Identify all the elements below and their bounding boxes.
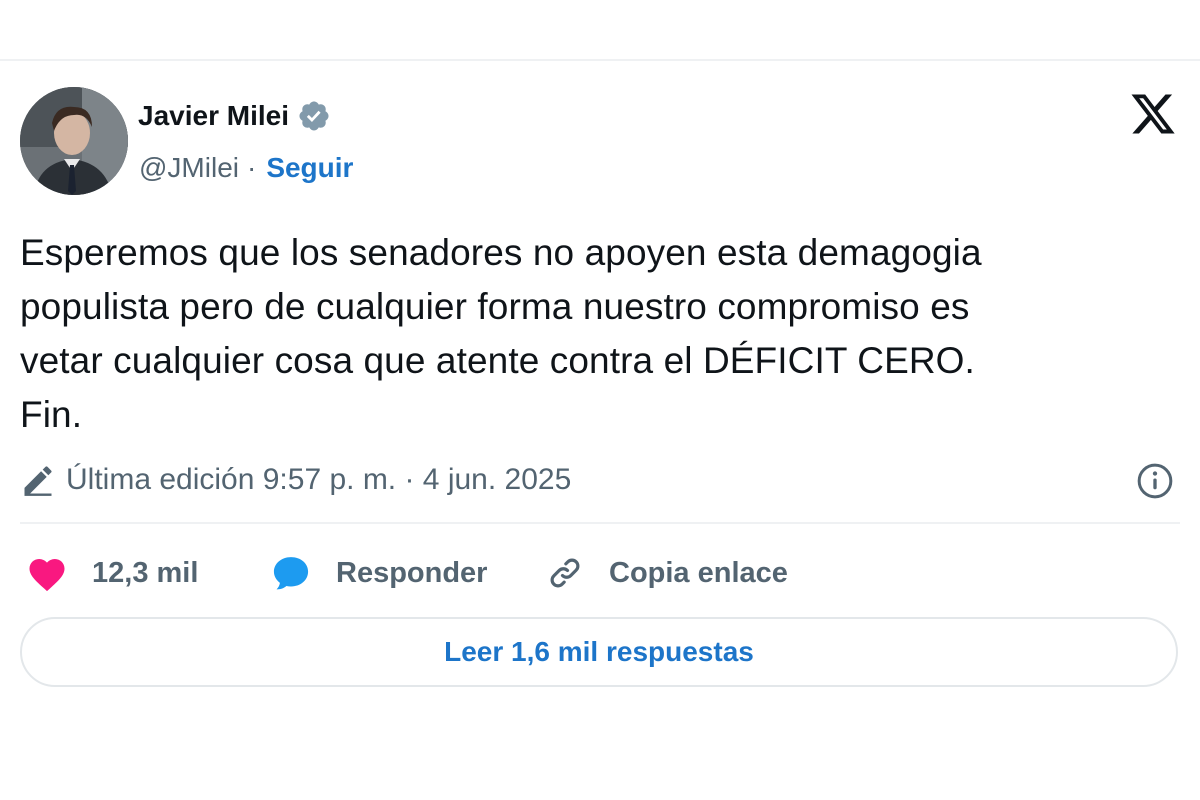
tweet-line: vetar cualquier cosa que atente contra e…	[20, 340, 975, 381]
tweet-line: Fin.	[20, 394, 83, 435]
edited-timestamp-row[interactable]: Última edición 9:57 p. m. · 4 jun. 2025	[20, 462, 571, 498]
tweet-line: Esperemos que los senadores no apoyen es…	[20, 232, 982, 273]
copy-link-button[interactable]: Copia enlace	[545, 550, 788, 596]
handle-row: @JMilei · Seguir	[139, 152, 353, 184]
link-icon	[545, 553, 585, 593]
read-replies-label: Leer 1,6 mil respuestas	[444, 636, 754, 667]
verified-badge-icon	[297, 99, 331, 133]
copy-link-label: Copia enlace	[609, 556, 788, 589]
handle-separator: ·	[246, 152, 257, 183]
avatar-image	[20, 87, 128, 195]
read-replies-button[interactable]: Leer 1,6 mil respuestas	[20, 617, 1178, 687]
tweet-text: Esperemos que los senadores no apoyen es…	[20, 226, 1180, 442]
pencil-icon	[20, 462, 56, 498]
author-name-row[interactable]: Javier Milei	[138, 99, 331, 133]
author-handle[interactable]: @JMilei	[139, 152, 239, 184]
edited-timestamp[interactable]: Última edición 9:57 p. m. · 4 jun. 2025	[66, 463, 571, 497]
tweet-line: populista pero de cualquier forma nuestr…	[20, 286, 970, 327]
avatar[interactable]	[20, 87, 128, 195]
divider	[20, 522, 1180, 524]
info-icon[interactable]	[1135, 461, 1175, 501]
author-name[interactable]: Javier Milei	[138, 100, 289, 132]
like-button[interactable]: 12,3 mil	[26, 550, 198, 596]
speech-bubble-icon	[270, 553, 312, 593]
top-divider	[0, 59, 1200, 61]
x-logo-icon[interactable]	[1128, 90, 1178, 138]
reply-label: Responder	[336, 556, 488, 589]
heart-icon	[26, 553, 68, 593]
like-count: 12,3 mil	[92, 556, 199, 589]
reply-button[interactable]: Responder	[270, 550, 487, 596]
follow-button[interactable]: Seguir	[266, 152, 353, 184]
